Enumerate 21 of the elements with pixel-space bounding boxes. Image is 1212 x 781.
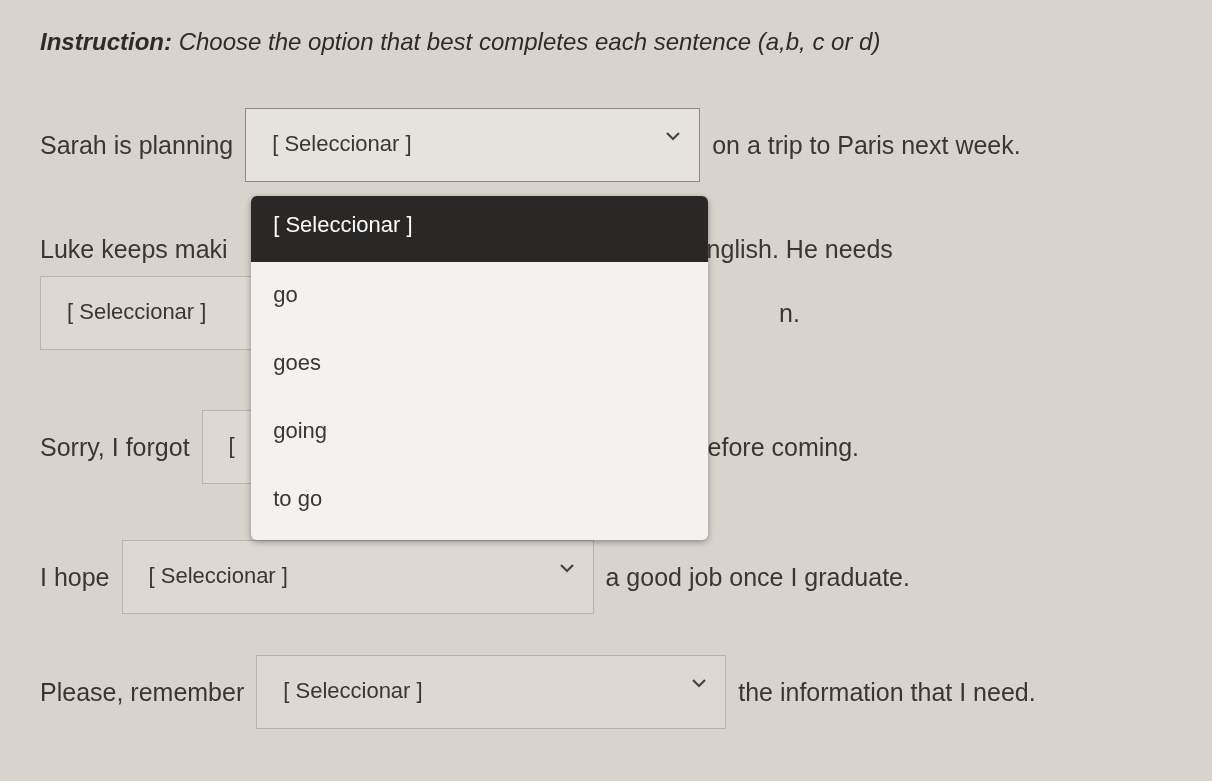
dropdown-option[interactable]: going (251, 398, 709, 466)
sentence-text: a good job once I graduate. (605, 562, 910, 592)
sentence-text: I hope (40, 562, 110, 592)
dropdown-option[interactable]: [ Seleccionar ] (251, 196, 709, 262)
instruction-text: Instruction: Choose the option that best completes each sentence (a,b, c or d) (40, 28, 882, 56)
sentence-text: Sarah is planning (40, 130, 234, 160)
sentence-text: Luke keeps maki (40, 234, 228, 264)
sentence-text: nglish. He needs (706, 234, 893, 264)
sentence-text: Sorry, I forgot (40, 432, 190, 462)
chevron-down-icon (558, 563, 575, 573)
answer-dropdown[interactable]: [ Seleccionar ] (121, 540, 594, 614)
answer-dropdown[interactable]: [ Seleccionar ] (245, 108, 701, 182)
sentence-text: n. (779, 298, 800, 328)
dropdown-option[interactable]: to go (251, 466, 709, 534)
chevron-down-icon (691, 678, 708, 688)
answer-dropdown[interactable]: [ Seleccionar ] (256, 655, 727, 729)
sentence-text: on a trip to Paris next week. (712, 130, 1021, 160)
sentence-text: the information that I need. (738, 677, 1036, 707)
sentence-text: efore coming. (707, 432, 860, 462)
chevron-down-icon (665, 131, 682, 141)
sentence-text: Please, remember (40, 677, 245, 707)
